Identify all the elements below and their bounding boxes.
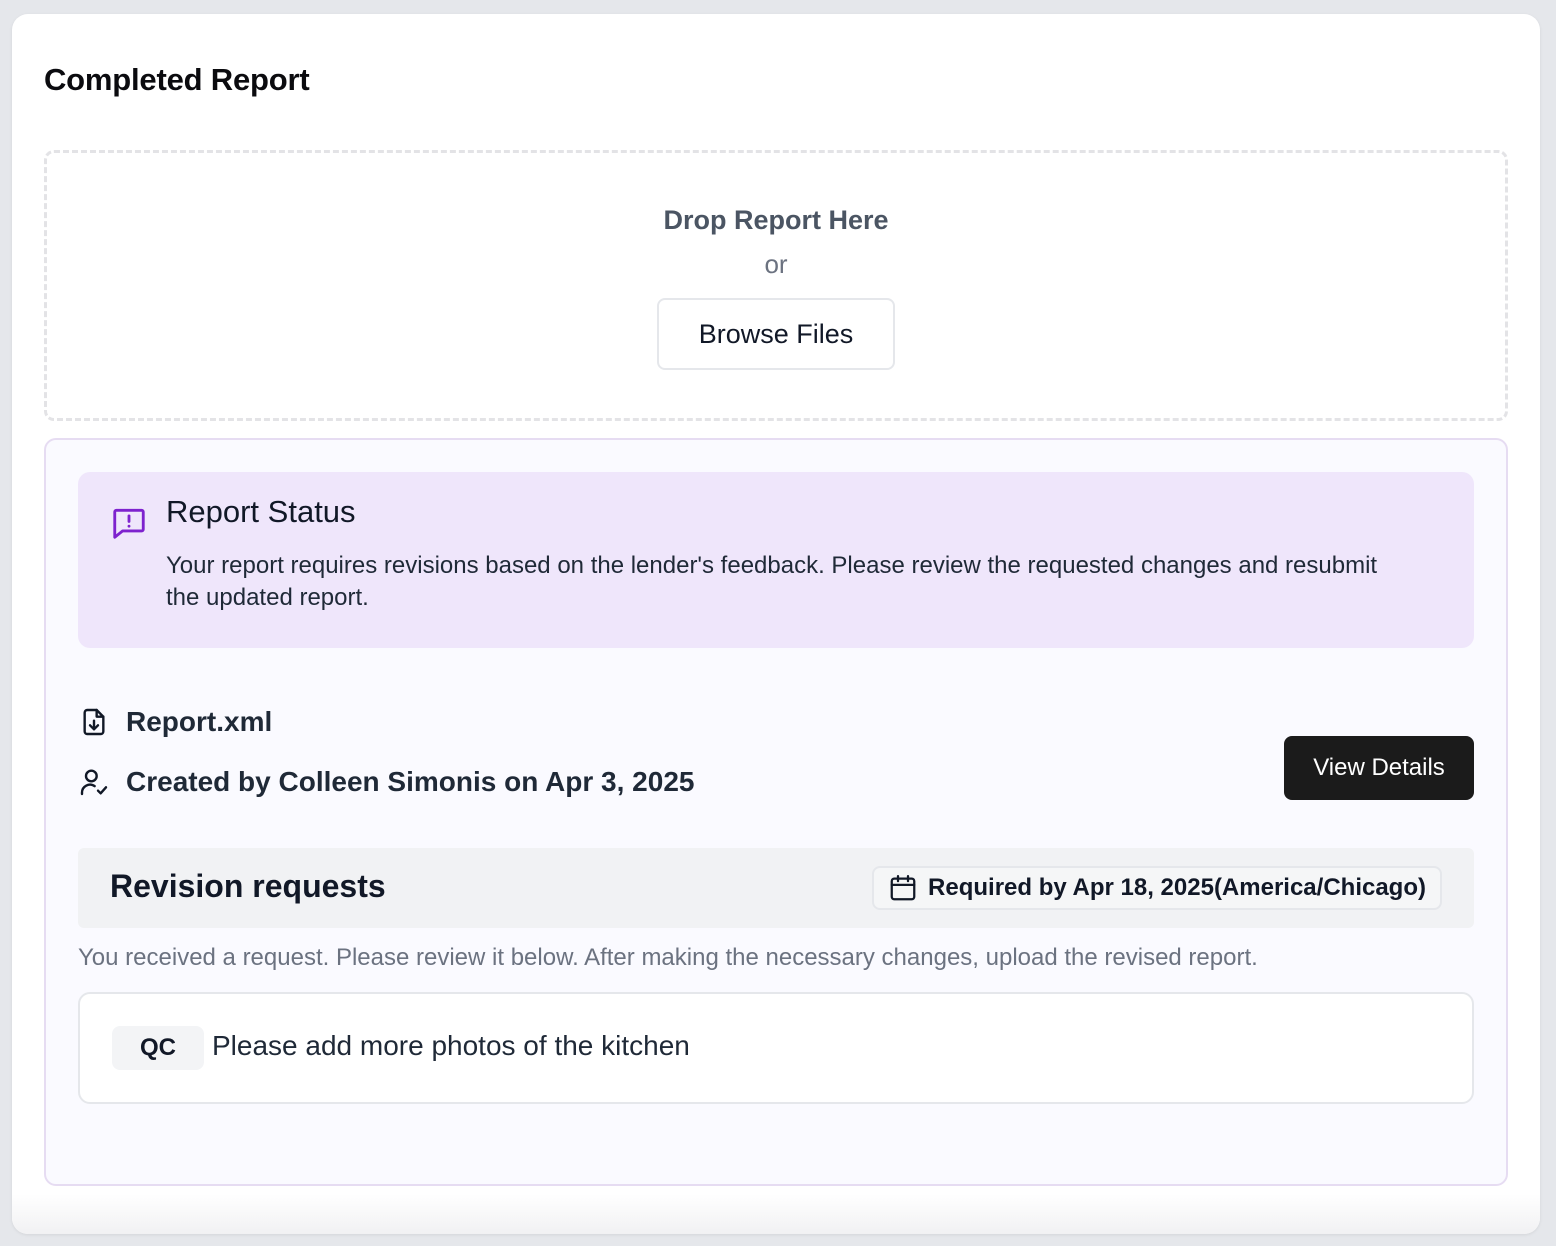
created-by-text: Created by Colleen Simonis on Apr 3, 202… (126, 766, 695, 797)
browse-files-button[interactable]: Browse Files (657, 298, 895, 370)
due-date-badge: Required by Apr 18, 2025(America/Chicago… (872, 866, 1442, 910)
status-title: Report Status (166, 494, 356, 529)
request-tag: QC (112, 1026, 204, 1070)
calendar-icon (888, 873, 918, 903)
drop-label: Drop Report Here (663, 205, 889, 235)
report-status-box: Report Status Your report requires revis… (78, 472, 1474, 648)
card-footer-shadow (12, 1194, 1540, 1234)
page-title: Completed Report (44, 62, 310, 97)
message-alert-icon (110, 504, 148, 542)
file-row: Report.xml (78, 702, 272, 742)
status-message: Your report requires revisions based on … (166, 552, 1378, 611)
report-dropzone[interactable]: Drop Report Here or Browse Files (44, 150, 1508, 421)
revision-requests-header: Revision requests Required by Apr 18, 20… (78, 848, 1474, 928)
file-name: Report.xml (126, 706, 273, 737)
or-label: or (764, 249, 788, 279)
revision-requests-title: Revision requests (110, 868, 386, 904)
revision-panel: Report Status Your report requires revis… (44, 438, 1508, 1186)
creator-row: Created by Colleen Simonis on Apr 3, 202… (78, 762, 694, 802)
due-date-text: Required by Apr 18, 2025(America/Chicago… (928, 874, 1426, 901)
revision-request-item: QC Please add more photos of the kitchen (78, 992, 1474, 1104)
view-details-button[interactable]: View Details (1284, 736, 1474, 800)
file-download-icon (78, 706, 110, 738)
user-check-icon (78, 766, 110, 798)
revision-hint: You received a request. Please review it… (78, 944, 1258, 971)
completed-report-card: Completed Report Drop Report Here or Bro… (12, 14, 1540, 1234)
request-text: Please add more photos of the kitchen (212, 1030, 690, 1061)
